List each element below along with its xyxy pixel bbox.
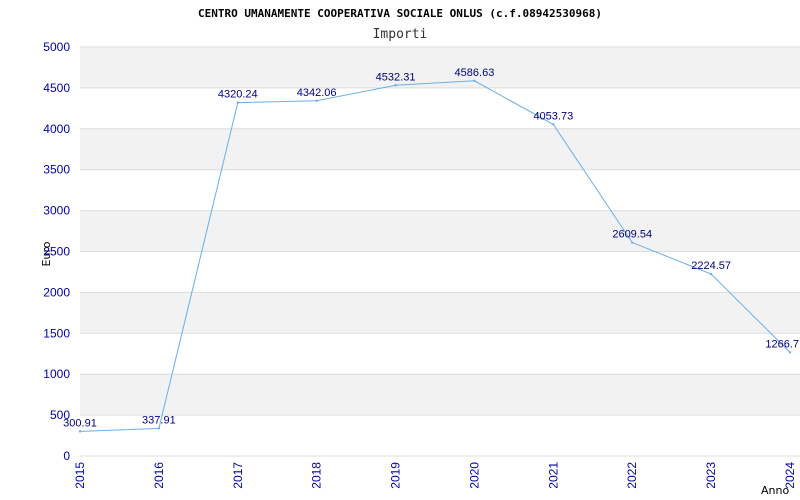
x-tick-label: 2015 [73,462,87,489]
grid-bands [80,46,800,457]
x-tick-label: 2018 [310,462,324,489]
x-axis-ticks: 2015 2016 2017 2018 2019 2020 2021 2022 2023 2024 [73,462,797,489]
y-tick-label: 3500 [43,163,70,177]
y-tick-label: 1500 [43,326,70,340]
data-point [394,84,397,87]
y-tick-label: 1000 [43,367,70,381]
data-label: 4320.24 [218,89,258,101]
x-tick-label: 2022 [625,462,639,489]
y-tick-label: 2500 [43,245,70,259]
data-point [315,99,318,103]
data-label: 4586.63 [455,67,495,79]
y-tick-label: 4500 [43,81,70,95]
y-tick-label: 3000 [43,204,70,218]
grid-band [80,47,800,88]
data-label: 4342.06 [297,87,337,99]
x-tick-label: 2023 [704,462,718,489]
grid-band [80,292,800,334]
x-tick-label: 2019 [389,462,403,489]
y-axis-ticks: 0500100015002000250030003500400045005000 [43,40,70,463]
chart-title: CENTRO UMANAMENTE COOPERATIVA SOCIALE ON… [198,7,602,20]
grid-band [80,210,800,252]
grid-band [80,87,800,129]
data-point [631,241,634,244]
data-point [157,427,161,430]
x-tick-label: 2016 [152,462,166,489]
x-tick-label: 2020 [467,462,481,489]
data-label: 2609.54 [612,229,652,241]
data-point [709,272,713,276]
grid-band [80,415,800,456]
y-tick-label: 5000 [43,40,70,54]
data-point [78,430,82,433]
x-tick-label: 2017 [231,462,245,489]
data-label: 337.91 [142,414,176,426]
chart-subtitle: Importi [373,27,428,42]
data-label: 300.91 [63,417,97,429]
grid-band [80,169,800,211]
data-label: 2224.57 [691,260,731,272]
x-tick-label: 2021 [546,462,560,489]
y-tick-label: 0 [63,449,70,463]
grid-band [80,333,800,375]
data-point [788,351,792,354]
grid-band [80,128,800,170]
data-point [552,123,555,126]
grid-band [80,374,800,416]
data-label: 1266.7 [765,338,799,350]
data-label: 4532.31 [376,71,416,83]
data-point [473,79,476,83]
data-point [236,101,239,104]
line-chart: CENTRO UMANAMENTE COOPERATIVA SOCIALE ON… [40,7,800,497]
y-tick-label: 2000 [43,285,70,299]
y-tick-label: 4000 [43,122,70,136]
x-tick-label: 2024 [783,462,797,489]
data-label: 4053.73 [533,110,573,122]
